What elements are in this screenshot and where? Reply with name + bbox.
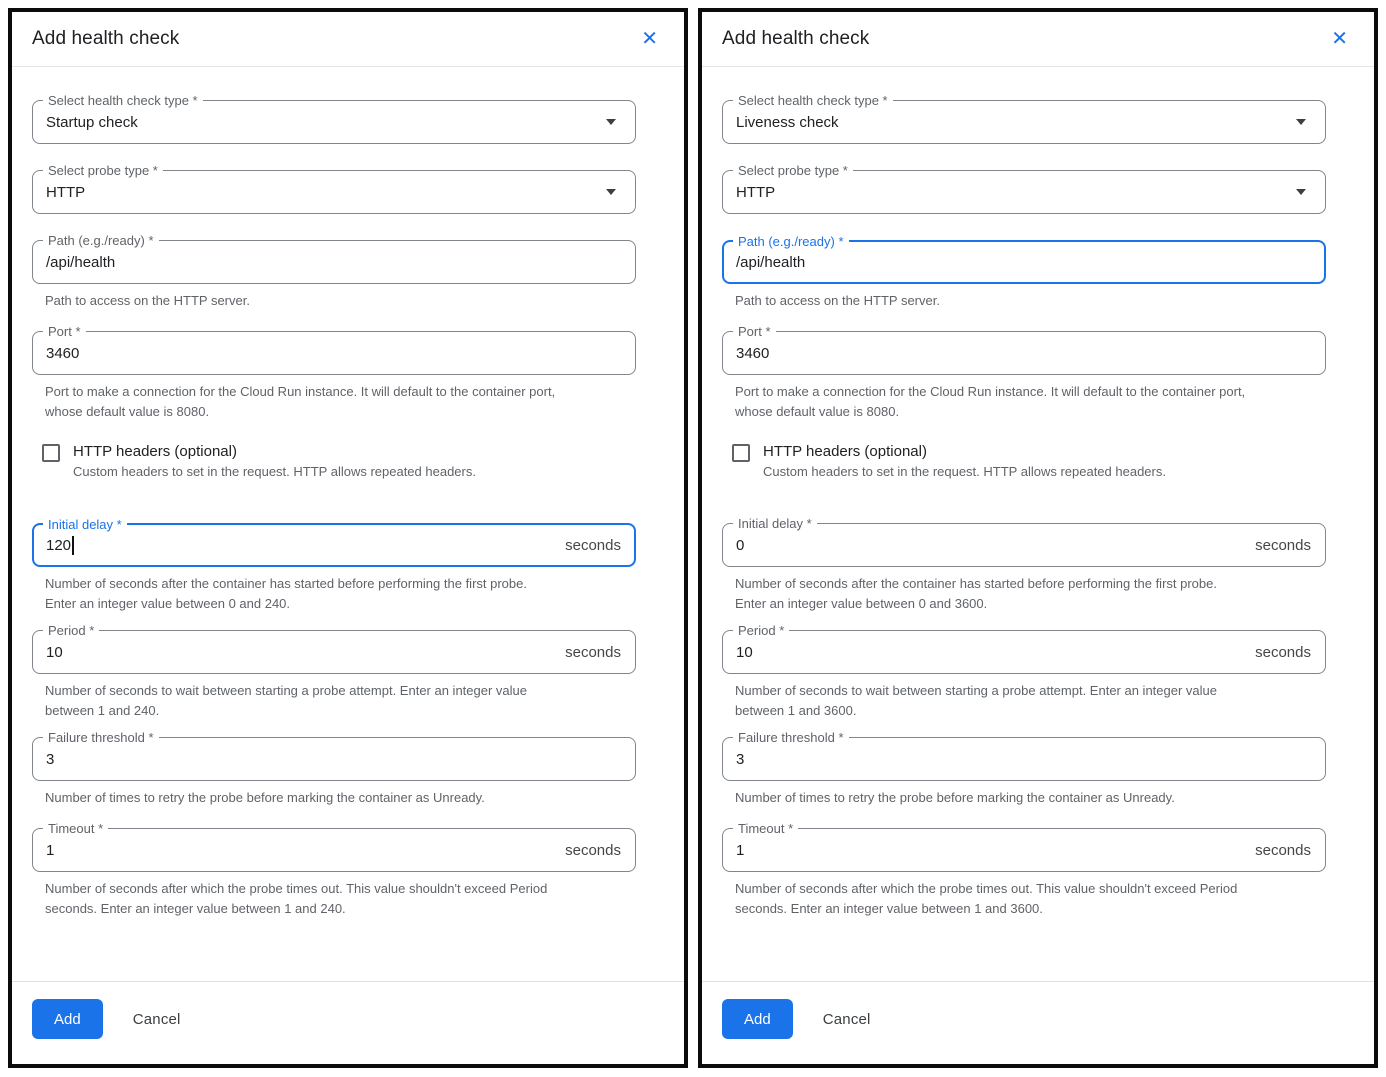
add-button[interactable]: Add: [32, 999, 103, 1039]
field-label: Initial delay *: [43, 516, 127, 533]
cancel-button[interactable]: Cancel: [823, 1011, 871, 1028]
port-input[interactable]: Port * 3460: [722, 331, 1326, 375]
failure-threshold-input[interactable]: Failure threshold * 3: [32, 737, 636, 781]
field-label: Select probe type *: [733, 162, 853, 179]
field-value: 3460: [736, 345, 769, 362]
field-value: 10: [46, 644, 63, 661]
field-label: Select health check type *: [43, 92, 203, 109]
dialog-footer: Add Cancel: [12, 981, 684, 1064]
unit-suffix: seconds: [565, 644, 621, 661]
helper-text: Port to make a connection for the Cloud …: [735, 382, 1326, 422]
field-value: 0: [736, 537, 744, 554]
field-label: Timeout *: [43, 820, 108, 837]
field-label: Port *: [43, 323, 86, 340]
checkbox-label: HTTP headers (optional): [763, 443, 927, 460]
failure-threshold-input[interactable]: Failure threshold * 3: [722, 737, 1326, 781]
unit-suffix: seconds: [1255, 842, 1311, 859]
close-icon[interactable]: ✕: [641, 29, 658, 49]
initial-delay-input[interactable]: Initial delay * 120 seconds: [32, 523, 636, 567]
text-cursor: [72, 536, 74, 555]
helper-text: Number of seconds after which the probe …: [735, 879, 1326, 919]
field-value: 120: [46, 537, 71, 554]
field-value: 10: [736, 644, 753, 661]
field-value: 3: [46, 751, 54, 768]
field-value: HTTP: [46, 184, 85, 201]
helper-text: Number of seconds to wait between starti…: [735, 681, 1326, 721]
field-value: Startup check: [46, 114, 138, 131]
dialog-header: Add health check ✕: [12, 12, 684, 67]
field-label: Period *: [733, 622, 789, 639]
helper-text: Number of times to retry the probe befor…: [45, 788, 636, 808]
dropdown-arrow-icon: [1296, 189, 1306, 195]
port-input[interactable]: Port * 3460: [32, 331, 636, 375]
field-value: 3460: [46, 345, 79, 362]
cancel-button[interactable]: Cancel: [133, 1011, 181, 1028]
field-value: /api/health: [46, 254, 115, 271]
dialog-body: Select health check type * Liveness chec…: [702, 67, 1374, 981]
add-button[interactable]: Add: [722, 999, 793, 1039]
period-input[interactable]: Period * 10 seconds: [722, 630, 1326, 674]
field-value: Liveness check: [736, 114, 839, 131]
field-label: Select health check type *: [733, 92, 893, 109]
field-label: Select probe type *: [43, 162, 163, 179]
checkbox-helper: Custom headers to set in the request. HT…: [73, 462, 476, 481]
helper-text: Path to access on the HTTP server.: [45, 291, 636, 311]
probe-type-select[interactable]: Select probe type * HTTP: [722, 170, 1326, 214]
dialog-title: Add health check: [722, 28, 869, 50]
path-input[interactable]: Path (e.g./ready) * /api/health: [722, 240, 1326, 284]
dropdown-arrow-icon: [1296, 119, 1306, 125]
field-value: 1: [46, 842, 54, 859]
close-icon[interactable]: ✕: [1331, 29, 1348, 49]
unit-suffix: seconds: [1255, 644, 1311, 661]
field-label: Port *: [733, 323, 776, 340]
initial-delay-input[interactable]: Initial delay * 0 seconds: [722, 523, 1326, 567]
field-label: Failure threshold *: [43, 729, 159, 746]
probe-type-select[interactable]: Select probe type * HTTP: [32, 170, 636, 214]
add-health-check-dialog: Add health check ✕ Select health check t…: [8, 8, 688, 1068]
helper-text: Number of seconds after which the probe …: [45, 879, 636, 919]
unit-suffix: seconds: [565, 537, 621, 554]
field-label: Path (e.g./ready) *: [43, 232, 159, 249]
timeout-input[interactable]: Timeout * 1 seconds: [32, 828, 636, 872]
helper-text: Number of times to retry the probe befor…: [735, 788, 1326, 808]
http-headers-checkbox[interactable]: [732, 444, 750, 462]
field-value: 3: [736, 751, 744, 768]
dropdown-arrow-icon: [606, 119, 616, 125]
helper-text: Path to access on the HTTP server.: [735, 291, 1326, 311]
health-check-type-select[interactable]: Select health check type * Startup check: [32, 100, 636, 144]
field-value: HTTP: [736, 184, 775, 201]
field-label: Path (e.g./ready) *: [733, 233, 849, 250]
unit-suffix: seconds: [1255, 537, 1311, 554]
dropdown-arrow-icon: [606, 189, 616, 195]
field-label: Initial delay *: [733, 515, 817, 532]
unit-suffix: seconds: [565, 842, 621, 859]
dialog-header: Add health check ✕: [702, 12, 1374, 67]
health-check-type-select[interactable]: Select health check type * Liveness chec…: [722, 100, 1326, 144]
http-headers-row: HTTP headers (optional) Custom headers t…: [732, 441, 1326, 481]
field-value: /api/health: [736, 254, 805, 271]
field-label: Failure threshold *: [733, 729, 849, 746]
checkbox-helper: Custom headers to set in the request. HT…: [763, 462, 1166, 481]
field-value: 1: [736, 842, 744, 859]
helper-text: Number of seconds after the container ha…: [735, 574, 1326, 614]
field-label: Timeout *: [733, 820, 798, 837]
checkbox-label: HTTP headers (optional): [73, 443, 237, 460]
helper-text: Number of seconds after the container ha…: [45, 574, 636, 614]
helper-text: Number of seconds to wait between starti…: [45, 681, 636, 721]
http-headers-row: HTTP headers (optional) Custom headers t…: [42, 441, 636, 481]
http-headers-checkbox[interactable]: [42, 444, 60, 462]
path-input[interactable]: Path (e.g./ready) * /api/health: [32, 240, 636, 284]
timeout-input[interactable]: Timeout * 1 seconds: [722, 828, 1326, 872]
dialog-footer: Add Cancel: [702, 981, 1374, 1064]
field-label: Period *: [43, 622, 99, 639]
helper-text: Port to make a connection for the Cloud …: [45, 382, 636, 422]
period-input[interactable]: Period * 10 seconds: [32, 630, 636, 674]
add-health-check-dialog: Add health check ✕ Select health check t…: [698, 8, 1378, 1068]
dialog-body: Select health check type * Startup check…: [12, 67, 684, 981]
dialog-title: Add health check: [32, 28, 179, 50]
